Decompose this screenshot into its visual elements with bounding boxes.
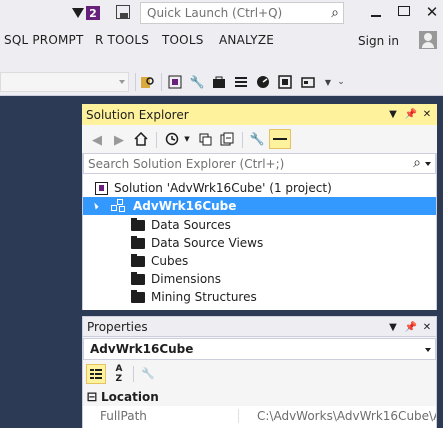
property-row[interactable]: FullPath C:\AdvWorks\AdvWrk16Cube\Adv [83, 406, 436, 426]
overflow-icon[interactable]: ⌄ [333, 74, 349, 90]
sync-icon[interactable] [197, 131, 213, 147]
pane-menu-icon[interactable]: ▼ [386, 106, 400, 122]
property-name: FullPath [83, 409, 238, 423]
editor-area [82, 96, 443, 104]
folder-icon [131, 217, 145, 231]
editor-area [437, 96, 443, 428]
feedback-icon[interactable] [116, 5, 130, 19]
quick-launch-placeholder: Quick Launch (Ctrl+Q) [147, 6, 283, 20]
tree-item-mining-structures[interactable]: Mining Structures [83, 288, 436, 306]
collapse-all-icon[interactable] [219, 131, 235, 147]
solution-explorer-search-input[interactable]: Search Solution Explorer (Ctrl+;) ⌕ [83, 153, 436, 174]
performance-icon[interactable] [255, 74, 271, 90]
search-placeholder: Search Solution Explorer (Ctrl+;) [88, 156, 285, 171]
filter-icon [72, 8, 84, 18]
quick-launch-input[interactable]: Quick Launch (Ctrl+Q) ⌕ [140, 2, 344, 24]
notifications-button[interactable]: 2 [72, 4, 100, 22]
tree-item-data-source-views[interactable]: Data Source Views [83, 234, 436, 252]
chevron-down-icon [425, 348, 431, 352]
maximize-button[interactable] [398, 6, 410, 16]
find-in-files-icon[interactable] [139, 74, 155, 90]
vs-project-icon[interactable] [167, 74, 183, 90]
toolbar-separator [133, 366, 134, 382]
toolbar-separator [161, 73, 162, 91]
minimize-button[interactable] [366, 4, 386, 22]
cube-project-icon [111, 199, 127, 213]
wrench-icon[interactable]: 🔧 [249, 131, 265, 147]
pin-icon[interactable]: 📌 [404, 319, 418, 335]
tree-item-dimensions[interactable]: Dimensions [83, 270, 436, 288]
menu-tools[interactable]: TOOLS [162, 33, 204, 47]
solution-tree: Solution 'AdvWrk16Cube' (1 project) AdvW… [83, 174, 436, 310]
properties-icon[interactable] [233, 74, 249, 90]
property-value: C:\AdvWorks\AdvWrk16Cube\Adv [238, 409, 436, 423]
search-icon: ⌕ [413, 155, 421, 171]
properties-title[interactable]: Properties [82, 316, 437, 337]
toolbar-combo[interactable] [0, 72, 129, 92]
tree-item-data-sources[interactable]: Data Sources [83, 216, 436, 234]
property-category-label: Location [101, 390, 159, 404]
tree-item-project[interactable]: AdvWrk16Cube [83, 197, 436, 215]
collapse-icon[interactable]: ⊟ [85, 390, 99, 405]
preview-toggle-button[interactable] [269, 129, 291, 149]
tree-item-label: AdvWrk16Cube [133, 199, 237, 213]
tree-item-label: Dimensions [151, 272, 222, 286]
selected-object-name: AdvWrk16Cube [90, 342, 194, 356]
pane-menu-icon[interactable]: ▼ [386, 319, 400, 335]
history-icon[interactable] [164, 131, 180, 147]
tree-item-label: Data Sources [151, 218, 231, 232]
grid-icon[interactable] [277, 74, 293, 90]
home-icon[interactable] [133, 131, 149, 147]
tree-item-cubes[interactable]: Cubes [83, 252, 436, 270]
folder-icon [131, 289, 145, 303]
tree-item-label: Data Source Views [151, 236, 264, 250]
editor-area [0, 96, 82, 428]
solution-icon [95, 181, 108, 195]
tree-item-label: Mining Structures [151, 290, 257, 304]
user-icon[interactable] [419, 31, 437, 49]
property-grid: ⊟ Location FullPath C:\AdvWorks\AdvWrk16… [83, 388, 436, 428]
toolbar-separator [135, 73, 136, 91]
property-pages-icon[interactable]: 🔧 [140, 365, 156, 381]
property-category-row[interactable]: ⊟ Location [83, 388, 436, 406]
toolbox-icon[interactable] [211, 74, 227, 90]
folder-icon [131, 253, 145, 267]
solution-explorer-title[interactable]: Solution Explorer [82, 104, 437, 125]
properties-toolbar [83, 361, 436, 386]
sign-in-link[interactable]: Sign in [358, 34, 399, 48]
menu-r-tools[interactable]: R TOOLS [95, 33, 149, 47]
search-options-icon [425, 162, 431, 166]
forward-icon[interactable]: ▶ [111, 132, 127, 148]
tree-item-label: Solution 'AdvWrk16Cube' (1 project) [114, 181, 332, 195]
toolbar-separator [242, 132, 243, 148]
categorized-view-button[interactable] [86, 364, 106, 384]
toolbar-separator [156, 132, 157, 148]
notification-count-badge: 2 [86, 6, 100, 20]
pin-icon[interactable]: 📌 [404, 106, 418, 122]
wrench-icon[interactable]: 🔧 [189, 74, 205, 90]
alphabetical-view-icon[interactable]: AZ [110, 364, 128, 384]
search-icon: ⌕ [331, 5, 339, 21]
back-icon[interactable]: ◀ [89, 132, 105, 148]
folder-icon [131, 271, 145, 285]
menu-analyze[interactable]: ANALYZE [219, 33, 274, 47]
close-pane-icon[interactable]: ✕ [420, 319, 434, 335]
tree-item-label: Cubes [151, 254, 189, 268]
expand-arrow-icon [91, 202, 99, 210]
close-button[interactable]: ✕ [422, 3, 442, 21]
tree-item-solution[interactable]: Solution 'AdvWrk16Cube' (1 project) [83, 179, 436, 197]
window-layout-icon[interactable] [300, 74, 316, 90]
properties-object-selector[interactable]: AdvWrk16Cube [83, 338, 436, 360]
menu-sql-prompt[interactable]: SQL PROMPT [4, 33, 84, 47]
folder-icon [131, 235, 145, 249]
close-pane-icon[interactable]: ✕ [420, 106, 434, 122]
history-dropdown-icon[interactable]: ▼ [183, 135, 191, 143]
